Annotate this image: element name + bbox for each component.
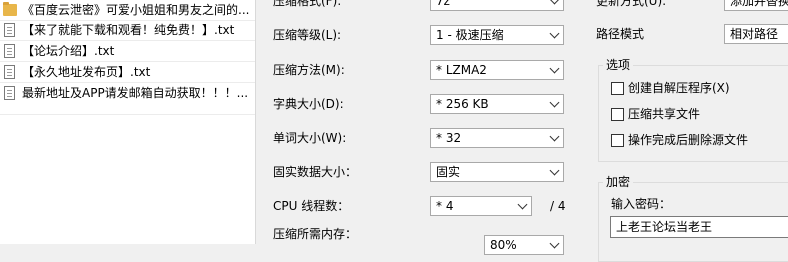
text-file-icon xyxy=(3,43,17,59)
password-value: 上老王论坛当老王 xyxy=(616,220,713,234)
path-mode-value: 相对路径 xyxy=(730,27,779,41)
chevron-down-icon xyxy=(546,0,563,10)
file-name: 【来了就能下载和观看！纯免费！】.txt xyxy=(22,23,235,37)
shared-files-checkbox[interactable] xyxy=(611,108,624,121)
memory-usage-select[interactable]: 80% xyxy=(484,235,564,255)
list-item[interactable]: 《百度云泄密》可爱小姐姐和男友之间的... xyxy=(0,0,255,20)
archive-format-select[interactable]: 7z xyxy=(430,0,564,11)
sfx-checkbox[interactable] xyxy=(611,82,624,95)
chevron-down-icon xyxy=(546,236,563,254)
word-size-value: * 32 xyxy=(436,131,462,145)
file-name: 【论坛介绍】.txt xyxy=(22,44,115,58)
solid-block-select[interactable]: 固实 xyxy=(430,162,564,182)
folder-icon xyxy=(3,2,17,18)
method-label: 压缩方法(M): xyxy=(273,63,345,77)
list-item[interactable]: 【永久地址发布页】.txt xyxy=(0,62,255,82)
cpu-threads-max: / 4 xyxy=(550,199,566,213)
cpu-threads-label: CPU 线程数： xyxy=(273,199,350,213)
list-item[interactable]: 最新地址及APP请发邮箱自动获取！！！... xyxy=(0,83,255,103)
word-size-select[interactable]: * 32 xyxy=(430,128,564,148)
password-label: 输入密码： xyxy=(611,197,672,211)
list-item[interactable]: 【论坛介绍】.txt xyxy=(0,41,255,61)
file-name: 《百度云泄密》可爱小姐姐和男友之间的... xyxy=(22,3,250,17)
solid-block-label: 固实数据大小： xyxy=(273,165,358,179)
memory-usage-value: 80% xyxy=(490,238,517,252)
dictionary-size-select[interactable]: * 256 KB xyxy=(430,94,564,114)
text-file-icon xyxy=(3,85,17,101)
path-mode-select[interactable]: 相对路径 xyxy=(724,24,788,44)
text-file-icon xyxy=(3,64,17,80)
file-list: 《百度云泄密》可爱小姐姐和男友之间的... 【来了就能下载和观看！纯免费！】.t… xyxy=(0,0,256,244)
compression-level-select[interactable]: 1 - 极速压缩 xyxy=(430,25,564,45)
text-file-icon xyxy=(3,22,17,38)
chevron-down-icon xyxy=(514,197,531,215)
compression-method-value: * LZMA2 xyxy=(436,63,487,77)
list-item[interactable]: 【来了就能下载和观看！纯免费！】.txt xyxy=(0,20,255,40)
cpu-threads-value: * 4 xyxy=(436,199,454,213)
update-mode-value: 添加并替换 xyxy=(730,0,788,8)
path-mode-label: 路径模式 xyxy=(596,27,645,41)
chevron-down-icon xyxy=(546,129,563,147)
level-label: 压缩等级(L): xyxy=(273,28,342,42)
file-name: 最新地址及APP请发邮箱自动获取！！！... xyxy=(22,86,249,100)
file-name: 【永久地址发布页】.txt xyxy=(22,65,151,79)
dictionary-size-label: 字典大小(D): xyxy=(273,97,344,111)
compression-method-select[interactable]: * LZMA2 xyxy=(430,60,564,80)
chevron-down-icon xyxy=(546,61,563,79)
chevron-down-icon xyxy=(546,26,563,44)
archive-format-label: 压缩格式(F): xyxy=(273,0,342,8)
update-mode-select[interactable]: 添加并替换 xyxy=(724,0,788,11)
cpu-threads-select[interactable]: * 4 xyxy=(430,196,532,216)
archive-format-value: 7z xyxy=(436,0,450,8)
chevron-down-icon xyxy=(546,95,563,113)
update-mode-label: 更新方式(U): xyxy=(596,0,667,8)
options-group-title: 选项 xyxy=(603,57,634,73)
memory-usage-label: 压缩所需内存： xyxy=(273,227,358,241)
solid-block-value: 固实 xyxy=(436,165,461,179)
compression-level-value: 1 - 极速压缩 xyxy=(436,28,504,42)
password-input[interactable]: 上老王论坛当老王 xyxy=(610,216,788,238)
sfx-checkbox-label: 创建自解压程序(X) xyxy=(628,81,730,95)
delete-after-checkbox[interactable] xyxy=(611,134,624,147)
shared-files-checkbox-label: 压缩共享文件 xyxy=(628,107,701,121)
word-size-label: 单词大小(W): xyxy=(273,131,347,145)
encryption-group-title: 加密 xyxy=(603,174,634,190)
chevron-down-icon xyxy=(546,163,563,181)
delete-after-checkbox-label: 操作完成后删除源文件 xyxy=(628,133,749,147)
dictionary-size-value: * 256 KB xyxy=(436,97,489,111)
